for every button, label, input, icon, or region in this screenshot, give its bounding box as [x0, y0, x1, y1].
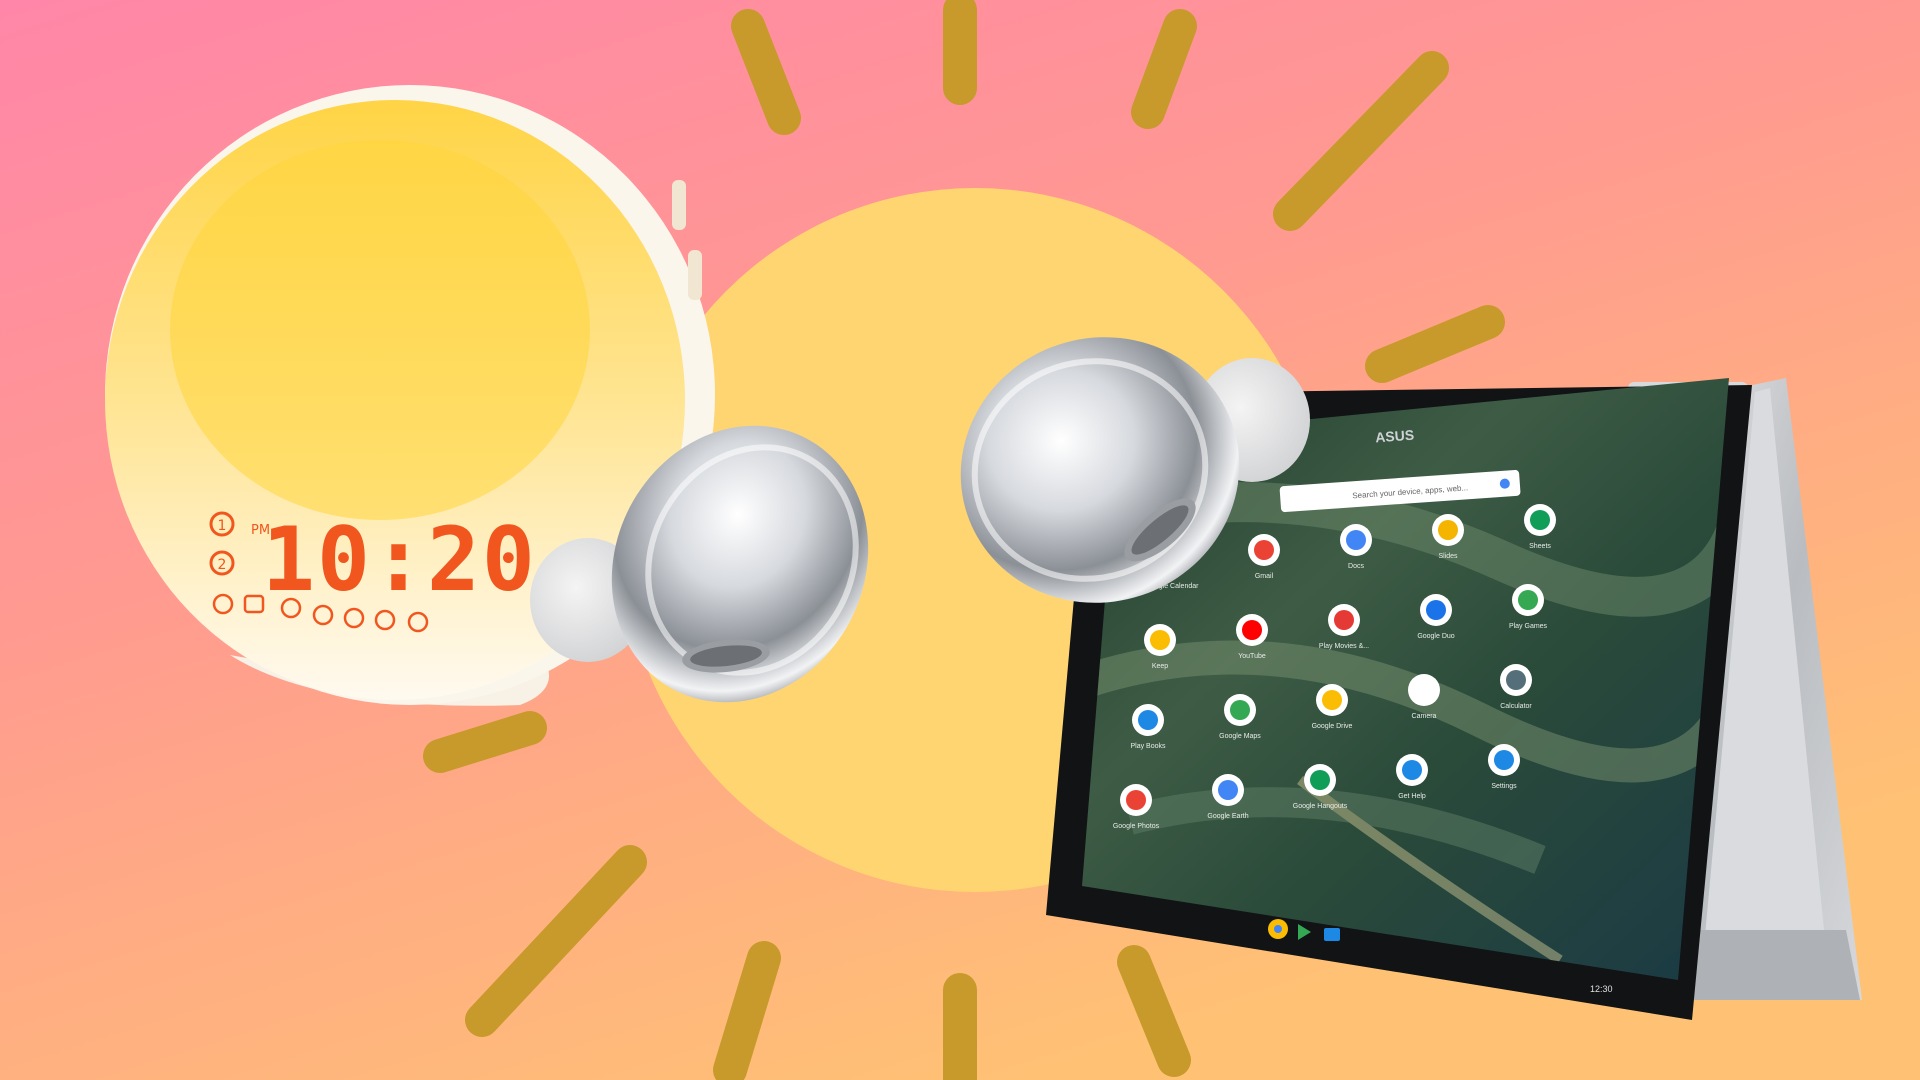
product-collage: 1 2 PM 10:20 ASUS Search your device, ap… [0, 0, 1920, 1080]
earbud-right-shell [960, 337, 1240, 603]
earbud-right [960, 337, 1310, 603]
wireless-earbuds [530, 337, 1310, 703]
earbud-left [530, 425, 869, 703]
earbud-left-shell [611, 425, 869, 703]
